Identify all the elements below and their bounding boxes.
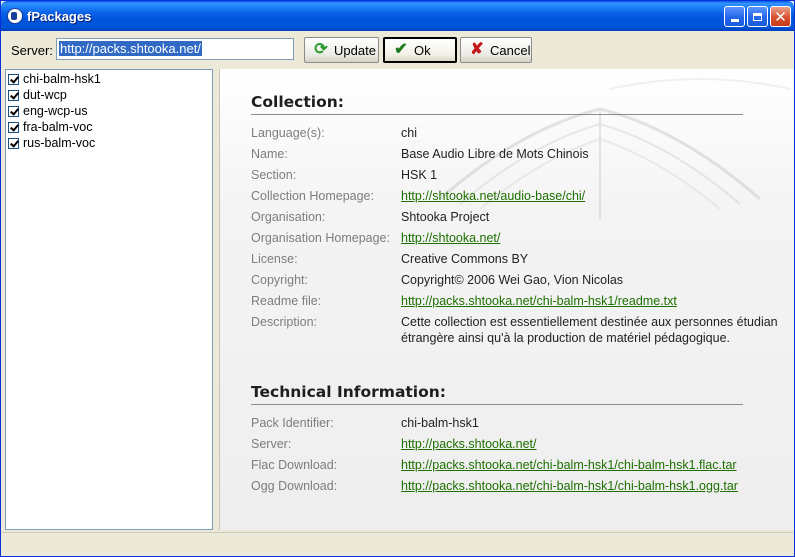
organisation-homepage-label: Organisation Homepage:: [251, 231, 390, 245]
refresh-icon: ⟳: [314, 41, 328, 58]
cancel-button-label: Cancel: [490, 42, 531, 58]
license-label: License:: [251, 252, 298, 266]
section-label: Section:: [251, 168, 297, 182]
window-title: fPackages: [27, 9, 92, 24]
pack-name: rus-balm-voc: [23, 136, 96, 150]
update-button-label: Update: [334, 42, 376, 58]
checkmark-icon: ✔: [394, 41, 408, 58]
maximize-button[interactable]: [747, 6, 768, 27]
organisation-value: Shtooka Project: [401, 210, 490, 224]
name-value: Base Audio Libre de Mots Chinois: [401, 147, 589, 161]
pack-name: dut-wcp: [23, 88, 67, 102]
app-window: fPackages ✕ Server: http://packs.shtooka…: [0, 0, 795, 557]
app-icon[interactable]: [7, 8, 23, 24]
server-input-value: http://packs.shtooka.net/: [59, 41, 202, 56]
minimize-button[interactable]: [724, 6, 745, 27]
readme-label: Readme file:: [251, 294, 322, 308]
ok-button-label: Ok: [414, 42, 431, 58]
collection-homepage-label: Collection Homepage:: [251, 189, 374, 203]
server-input[interactable]: http://packs.shtooka.net/: [56, 38, 294, 60]
collection-homepage-link[interactable]: http://shtooka.net/audio-base/chi/: [401, 189, 585, 203]
ogg-download-label: Ogg Download:: [251, 479, 338, 493]
pack-identifier-label: Pack Identifier:: [251, 416, 334, 430]
copyright-label: Copyright:: [251, 273, 308, 287]
close-icon: ✕: [774, 7, 787, 26]
pack-name: fra-balm-voc: [23, 120, 93, 134]
description-line-1: Cette collection est essentiellement des…: [401, 315, 778, 329]
section-value: HSK 1: [401, 168, 438, 182]
maximize-icon: [753, 12, 762, 21]
language-value: chi: [401, 126, 417, 140]
pack-identifier-value: chi-balm-hsk1: [401, 416, 479, 430]
close-button[interactable]: ✕: [770, 6, 791, 27]
organisation-homepage-link[interactable]: http://shtooka.net/: [401, 231, 500, 245]
details-panel: Collection: Language(s): chi Name: Base …: [219, 69, 794, 530]
license-value: Creative Commons BY: [401, 252, 529, 266]
flac-download-label: Flac Download:: [251, 458, 338, 472]
pack-item[interactable]: fra-balm-voc: [8, 119, 92, 135]
collection-title: Collection:: [251, 93, 344, 111]
pack-checkbox[interactable]: [8, 121, 19, 133]
language-label: Language(s):: [251, 126, 325, 140]
ok-button[interactable]: ✔ Ok: [383, 37, 457, 63]
cancel-button[interactable]: ✘ Cancel: [460, 37, 532, 63]
title-bar[interactable]: fPackages ✕: [1, 1, 794, 31]
pack-name: eng-wcp-us: [23, 104, 88, 118]
pack-item[interactable]: eng-wcp-us: [8, 103, 88, 119]
pack-item[interactable]: rus-balm-voc: [8, 135, 95, 151]
minimize-icon: [730, 19, 739, 22]
pack-checkbox[interactable]: [8, 137, 19, 149]
update-button[interactable]: ⟳ Update: [304, 37, 379, 63]
status-bar: [1, 532, 794, 556]
copyright-value: Copyright© 2006 Wei Gao, Vion Nicolas: [401, 273, 624, 287]
pack-list[interactable]: chi-balm-hsk1 dut-wcp eng-wcp-us fra-bal…: [5, 69, 213, 530]
pack-item[interactable]: dut-wcp: [8, 87, 67, 103]
readme-link[interactable]: http://packs.shtooka.net/chi-balm-hsk1/r…: [401, 294, 677, 308]
description-line-2: étrangère ainsi qu'à la production de ma…: [401, 331, 731, 345]
collection-divider: [251, 114, 743, 115]
name-label: Name:: [251, 147, 288, 161]
server-info-link[interactable]: http://packs.shtooka.net/: [401, 437, 537, 451]
server-label: Server:: [11, 43, 53, 58]
ogg-download-link[interactable]: http://packs.shtooka.net/chi-balm-hsk1/c…: [401, 479, 738, 493]
server-info-label: Server:: [251, 437, 292, 451]
technical-title: Technical Information:: [251, 383, 447, 401]
pack-name: chi-balm-hsk1: [23, 72, 101, 86]
x-icon: ✘: [470, 41, 484, 58]
pack-item[interactable]: chi-balm-hsk1: [8, 71, 101, 87]
organisation-label: Organisation:: [251, 210, 326, 224]
pack-checkbox[interactable]: [8, 73, 19, 85]
description-label: Description:: [251, 315, 317, 329]
pack-checkbox[interactable]: [8, 89, 19, 101]
technical-divider: [251, 404, 743, 405]
pack-checkbox[interactable]: [8, 105, 19, 117]
flac-download-link[interactable]: http://packs.shtooka.net/chi-balm-hsk1/c…: [401, 458, 737, 472]
